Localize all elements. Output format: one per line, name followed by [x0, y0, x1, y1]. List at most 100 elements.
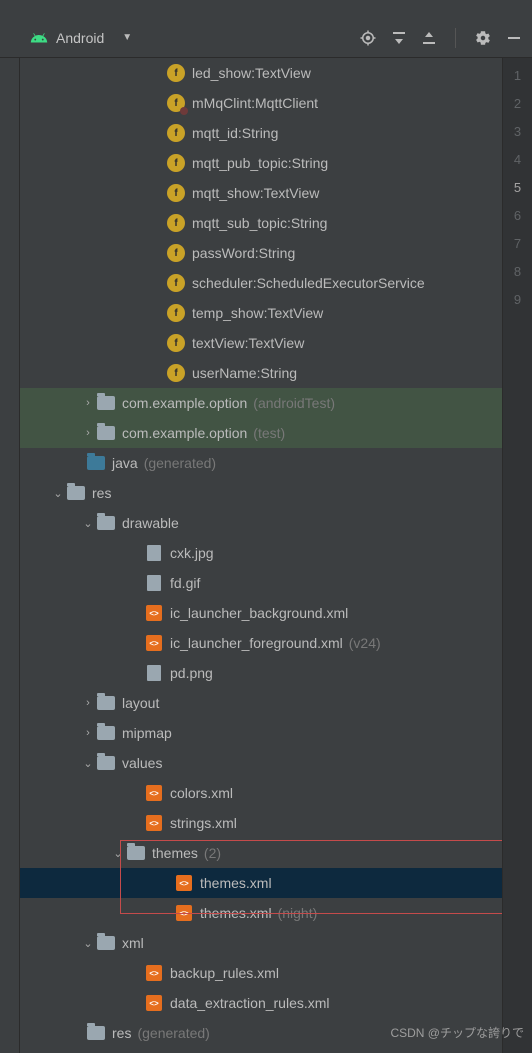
package-item[interactable]: › com.example.option (androidTest) — [20, 388, 502, 418]
android-icon — [30, 29, 48, 47]
project-tree[interactable]: fled_show:TextViewfmMqClint:MqttClientfm… — [20, 58, 502, 1053]
tree-item-suffix: (2) — [204, 845, 221, 861]
expand-icon[interactable] — [391, 30, 407, 46]
field-textView[interactable]: f textView:TextView — [20, 328, 502, 358]
file-backup_rules-xml[interactable]: <>backup_rules.xml — [20, 958, 502, 988]
values-folder[interactable]: ⌄values — [20, 748, 502, 778]
tree-item-label: strings.xml — [170, 815, 237, 831]
field-icon: f — [167, 244, 185, 262]
field-mqtt_show[interactable]: fmqtt_show:TextView — [20, 178, 502, 208]
file-strings-xml[interactable]: <> strings.xml — [20, 808, 502, 838]
field-mqtt_id[interactable]: fmqtt_id:String — [20, 118, 502, 148]
tree-item-label: data_extraction_rules.xml — [170, 995, 330, 1011]
chevron-right-icon[interactable]: › — [80, 727, 96, 739]
view-selector-label[interactable]: Android — [56, 30, 104, 46]
chevron-right-icon[interactable]: › — [80, 427, 96, 439]
field-mMqClint[interactable]: f mMqClint:MqttClient — [20, 88, 502, 118]
tree-item-suffix: (night) — [278, 905, 318, 921]
tree-item-label: pd.png — [170, 665, 213, 681]
field-mqtt_pub_topic[interactable]: fmqtt_pub_topic:String — [20, 148, 502, 178]
chevron-down-icon[interactable]: ⌄ — [110, 847, 126, 860]
tree-item-label: textView:TextView — [192, 335, 304, 351]
chevron-down-icon[interactable]: ⌄ — [80, 757, 96, 770]
tree-item-label: mqtt_pub_topic:String — [192, 155, 328, 171]
field-mqtt_sub_topic[interactable]: f mqtt_sub_topic:String — [20, 208, 502, 238]
tree-item-suffix: (generated) — [144, 455, 216, 471]
tree-item-label: res — [112, 1025, 131, 1041]
java-generated-folder[interactable]: java(generated) — [20, 448, 502, 478]
tree-item-label: mqtt_show:TextView — [192, 185, 319, 201]
tree-item-label: colors.xml — [170, 785, 233, 801]
file-ic_launcher_background-xml[interactable]: <>ic_launcher_background.xml — [20, 598, 502, 628]
tree-item-label: drawable — [122, 515, 179, 531]
minimize-icon[interactable] — [506, 30, 522, 46]
editor-gutter: 123456789 — [502, 58, 532, 1053]
mipmap-folder[interactable]: ›mipmap — [20, 718, 502, 748]
tree-item-label: cxk.jpg — [170, 545, 214, 561]
tree-item-suffix: (androidTest) — [253, 395, 335, 411]
folder-icon — [97, 396, 115, 410]
field-passWord[interactable]: fpassWord:String — [20, 238, 502, 268]
tree-item-label: themes — [152, 845, 198, 861]
tree-item-label: mqtt_id:String — [192, 125, 278, 141]
xml-file-icon: <> — [176, 875, 192, 891]
folder-icon — [97, 726, 115, 740]
tree-item-label: com.example.option — [122, 425, 247, 441]
tree-item-label: mMqClint:MqttClient — [192, 95, 318, 111]
line-number: 1 — [503, 68, 532, 96]
file-fd-gif[interactable]: fd.gif — [20, 568, 502, 598]
file-themes-xml[interactable]: <>themes.xml — [20, 868, 502, 898]
xml-file-icon: <> — [146, 995, 162, 1011]
chevron-down-icon[interactable]: ⌄ — [80, 937, 96, 950]
field-icon: f — [167, 214, 185, 232]
tree-item-label: xml — [122, 935, 144, 951]
java-folder-icon — [87, 456, 105, 470]
chevron-down-icon[interactable]: ⌄ — [80, 517, 96, 530]
field-scheduler[interactable]: fscheduler:ScheduledExecutorService — [20, 268, 502, 298]
field-icon: f — [167, 304, 185, 322]
file-cxk-jpg[interactable]: cxk.jpg — [20, 538, 502, 568]
resource-manager-tab[interactable] — [0, 58, 4, 70]
tree-item-label: com.example.option — [122, 395, 247, 411]
themes-folder[interactable]: ⌄ themes (2) — [20, 838, 502, 868]
collapse-icon[interactable] — [421, 30, 437, 46]
tree-item-suffix: (generated) — [137, 1025, 209, 1041]
xml-file-icon: <> — [146, 815, 162, 831]
field-temp_show[interactable]: ftemp_show:TextView — [20, 298, 502, 328]
watermark: CSDN @チップな誇りで — [390, 1024, 524, 1041]
gear-icon[interactable] — [474, 29, 492, 47]
field-userName[interactable]: fuserName:String — [20, 358, 502, 388]
drawable-folder[interactable]: ⌄ drawable — [20, 508, 502, 538]
field-led_show[interactable]: fled_show:TextView — [20, 58, 502, 88]
line-number: 3 — [503, 124, 532, 152]
file-themes-xml[interactable]: <>themes.xml(night) — [20, 898, 502, 928]
divider — [455, 28, 456, 48]
xml-folder[interactable]: ⌄ xml — [20, 928, 502, 958]
file-data_extraction_rules-xml[interactable]: <> data_extraction_rules.xml — [20, 988, 502, 1018]
field-icon: f — [167, 334, 185, 352]
chevron-right-icon[interactable]: › — [80, 397, 96, 409]
layout-folder[interactable]: ›layout — [20, 688, 502, 718]
res-folder[interactable]: ⌄res — [20, 478, 502, 508]
tree-item-label: mqtt_sub_topic:String — [192, 215, 327, 231]
package-item[interactable]: › com.example.option (test) — [20, 418, 502, 448]
line-number: 8 — [503, 264, 532, 292]
line-number: 7 — [503, 236, 532, 264]
chevron-down-icon[interactable]: ⌄ — [50, 487, 66, 500]
file-ic_launcher_foreground-xml[interactable]: <>ic_launcher_foreground.xml(v24) — [20, 628, 502, 658]
line-number: 2 — [503, 96, 532, 124]
chevron-down-icon[interactable]: ▼ — [122, 32, 132, 43]
file-pd-png[interactable]: pd.png — [20, 658, 502, 688]
tree-item-suffix: (test) — [253, 425, 285, 441]
field-icon: f — [167, 364, 185, 382]
target-icon[interactable] — [359, 29, 377, 47]
xml-file-icon: <> — [146, 785, 162, 801]
field-icon: f — [167, 64, 185, 82]
file-colors-xml[interactable]: <> colors.xml — [20, 778, 502, 808]
project-view-header: Android ▼ — [0, 18, 532, 58]
image-file-icon — [147, 545, 161, 561]
chevron-right-icon[interactable]: › — [80, 697, 96, 709]
image-file-icon — [147, 665, 161, 681]
folder-icon — [97, 756, 115, 770]
field-private-icon: f — [167, 94, 185, 112]
